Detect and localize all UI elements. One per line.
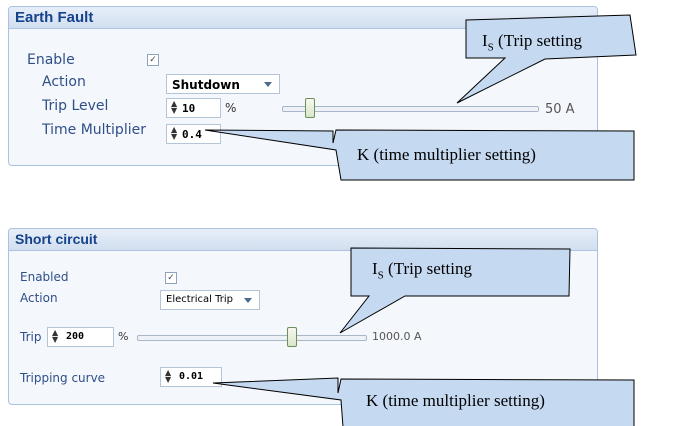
action-label: Action <box>42 74 86 90</box>
enabled-checkbox[interactable]: ✓ <box>165 272 177 284</box>
spinner-arrows-icon[interactable]: ▲ ▼ <box>171 126 177 141</box>
earth-fault-panel: Earth Fault Enable ✓ Action Shutdown Tri… <box>8 6 598 166</box>
chevron-down-icon[interactable] <box>244 298 252 303</box>
sc-action-dropdown[interactable]: Electrical Trip <box>160 290 260 310</box>
action-selected-value: Shutdown <box>172 78 240 92</box>
time-multiplier-value: 0.4 <box>182 128 202 141</box>
k-text: K (time multiplier setting) <box>357 145 536 164</box>
trip-setting-callout-text-top: IS (Trip setting <box>482 31 582 53</box>
trip-slider-track[interactable] <box>137 335 367 341</box>
trip-level-stepper[interactable]: ▲ ▼ 10 <box>166 98 221 118</box>
trip-unit: % <box>118 330 129 343</box>
short-circuit-panel: Short circuit Enabled ✓ Action Electrica… <box>8 228 598 405</box>
k-callout-text-bottom: K (time multiplier setting) <box>366 391 545 411</box>
trip-label: Trip <box>20 330 42 344</box>
tripping-curve-value: 0.01 <box>179 371 204 382</box>
trip-level-value: 10 <box>182 102 196 115</box>
time-multiplier-stepper[interactable]: ▲ ▼ 0.4 <box>166 124 221 144</box>
short-circuit-header: Short circuit <box>9 229 597 251</box>
trip-level-slider-thumb[interactable] <box>305 98 315 118</box>
spinner-arrows-icon[interactable]: ▲ ▼ <box>171 100 177 115</box>
chevron-down-icon[interactable] <box>264 82 272 87</box>
trip-level-slider-value: 50 A <box>545 102 575 117</box>
tripping-curve-stepper[interactable]: ▲ ▼ 0.01 <box>160 367 222 387</box>
tripping-curve-label: Tripping curve <box>20 371 106 385</box>
trip-setting-callout-text-bottom: IS (Trip setting <box>372 259 472 281</box>
trip-level-unit: % <box>225 101 237 115</box>
trip-setting-text: (Trip setting <box>383 259 472 278</box>
trip-stepper[interactable]: ▲ ▼ 200 <box>47 327 114 347</box>
trip-setting-text: (Trip setting <box>493 31 582 50</box>
sc-action-selected-value: Electrical Trip <box>166 294 234 305</box>
sc-action-label: Action <box>20 291 58 305</box>
action-dropdown[interactable]: Shutdown <box>166 74 280 94</box>
enable-checkbox[interactable]: ✓ <box>147 54 159 66</box>
trip-slider-value: 1000.0 A <box>372 330 422 343</box>
enable-label: Enable <box>27 52 75 68</box>
k-text: K (time multiplier setting) <box>366 391 545 410</box>
spinner-arrows-icon[interactable]: ▲ ▼ <box>52 329 58 344</box>
trip-level-slider-track[interactable] <box>282 106 539 112</box>
enabled-label: Enabled <box>20 270 69 284</box>
trip-level-label: Trip Level <box>42 98 109 114</box>
time-multiplier-label: Time Multiplier <box>42 122 146 138</box>
short-circuit-title: Short circuit <box>15 231 98 247</box>
trip-value: 200 <box>66 331 85 342</box>
trip-slider-thumb[interactable] <box>287 327 297 347</box>
k-callout-text-top: K (time multiplier setting) <box>357 145 536 165</box>
spinner-arrows-icon[interactable]: ▲ ▼ <box>165 369 171 384</box>
earth-fault-header: Earth Fault <box>9 7 597 29</box>
earth-fault-title: Earth Fault <box>15 9 94 26</box>
